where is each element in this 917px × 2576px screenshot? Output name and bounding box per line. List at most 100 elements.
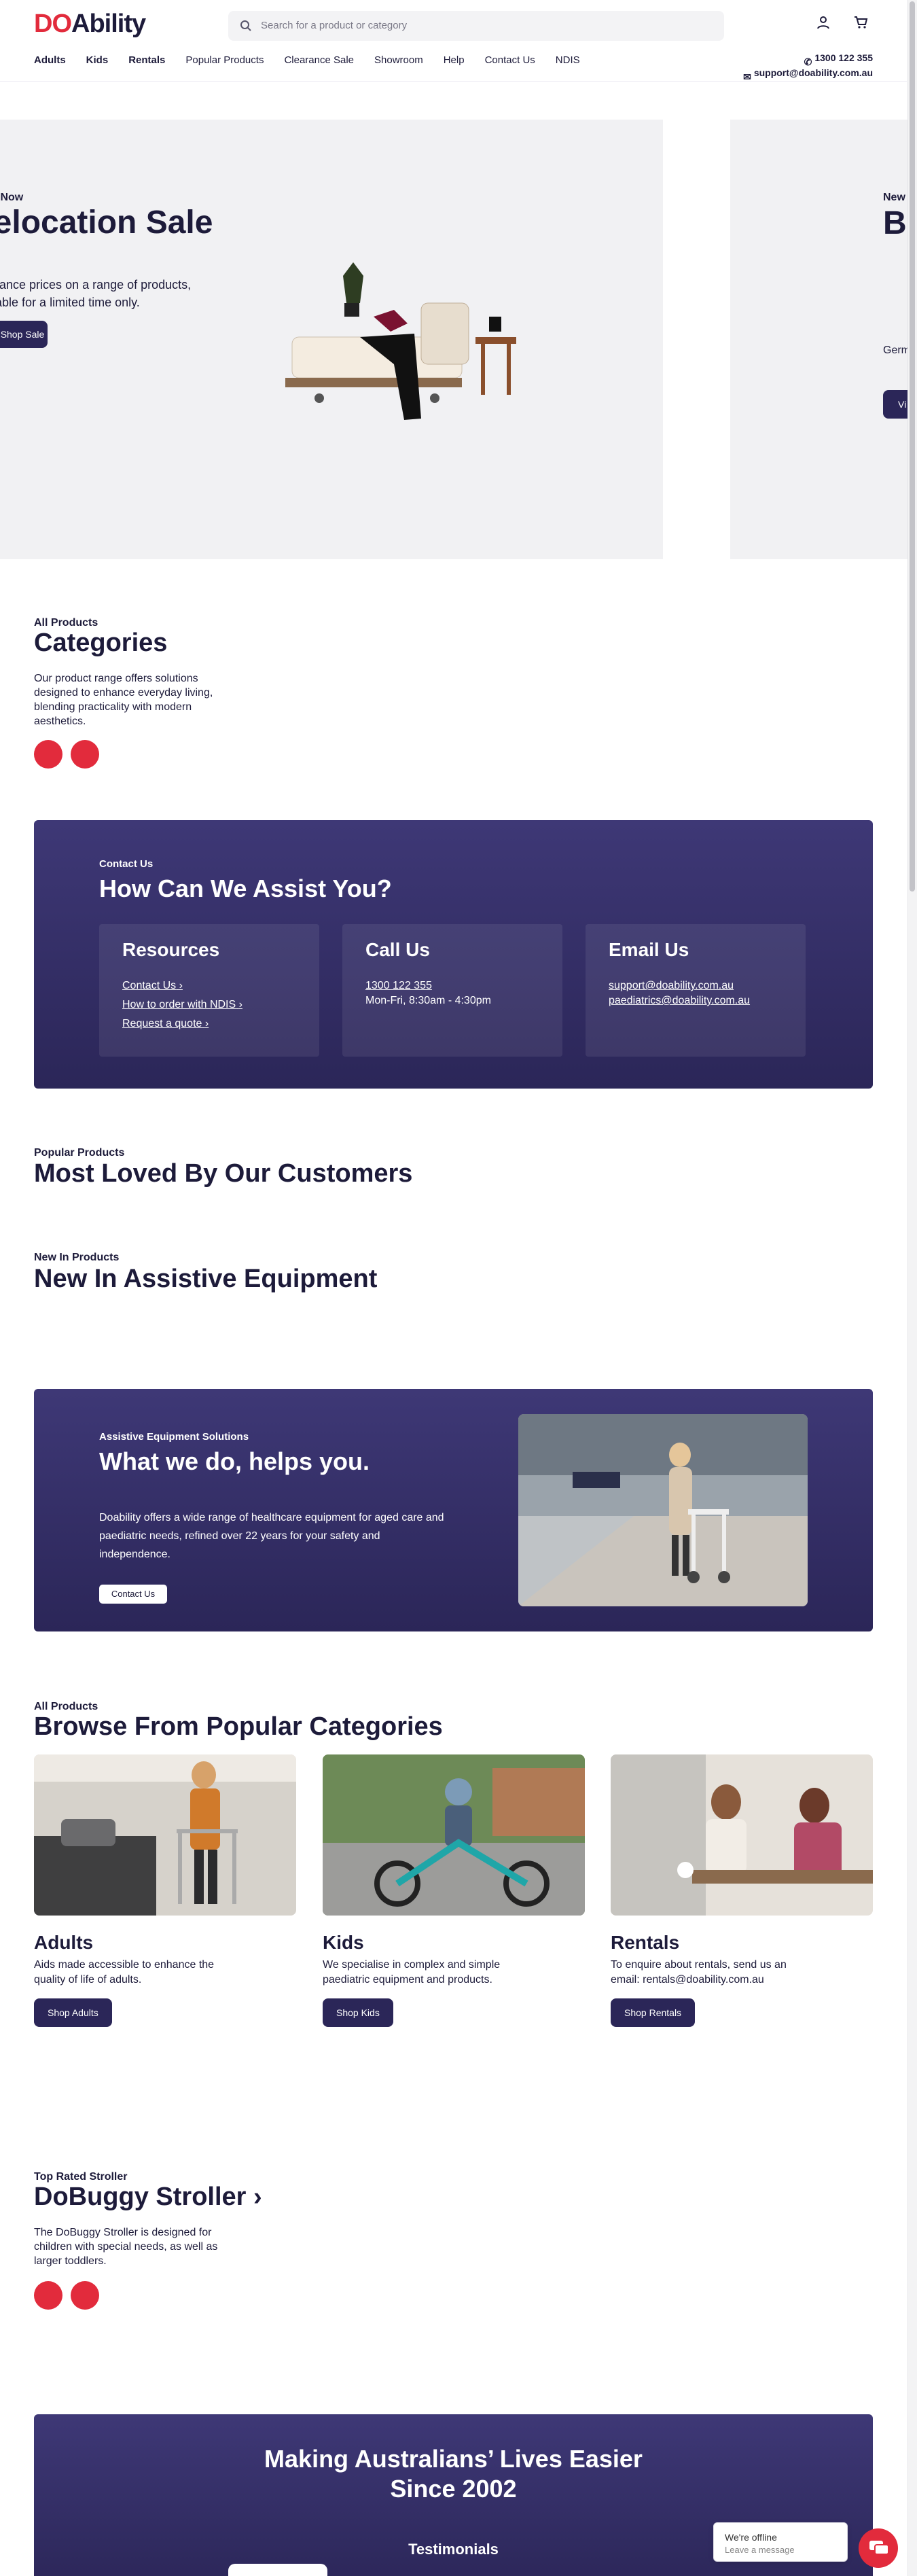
chevron-right-icon: ›	[204, 1018, 209, 1029]
shop-adults-button[interactable]: Shop Adults	[34, 1998, 112, 2027]
chat-prompt: Leave a message	[725, 2545, 795, 2555]
category-card-adults[interactable]: Adults Aids made accessible to enhance t…	[34, 1754, 296, 2027]
stroller-desc: The DoBuggy Stroller is designed for chi…	[34, 2227, 218, 2267]
carousel-prev-button[interactable]	[34, 740, 62, 769]
assist-eyebrow: Contact Us	[99, 858, 154, 870]
logo[interactable]: DOAbility	[34, 10, 146, 39]
stroller-title-link[interactable]: DoBuggy Stroller ›	[34, 2183, 262, 2212]
header-email-text: support@doability.com.au	[753, 67, 873, 78]
logo-do: DO	[34, 10, 72, 38]
stroller-next-button[interactable]	[71, 2281, 99, 2310]
search-icon	[240, 20, 251, 31]
hero-slide: Shop Now Relocation Sale Clearance price…	[0, 120, 663, 559]
chevron-right-icon: ›	[238, 999, 242, 1010]
stroller-title: DoBuggy Stroller	[34, 2183, 247, 2211]
categories-desc: Our product range offers solutions desig…	[34, 673, 213, 727]
email-support-link[interactable]: support@doability.com.au	[609, 980, 734, 992]
hero-next-button[interactable]: Vi	[883, 390, 908, 419]
call-title: Call Us	[365, 939, 430, 960]
hero-eyebrow: Shop Now	[0, 192, 24, 203]
about-title-line2: Since 2002	[390, 2475, 517, 2503]
testimonial-card	[228, 2564, 327, 2576]
site-header: DOAbility Search for a product or catego…	[0, 0, 907, 82]
resources-ndis-link[interactable]: How to order with NDIS ›	[122, 999, 242, 1011]
what-we-do-eyebrow: Assistive Equipment Solutions	[99, 1431, 249, 1443]
nav-clearance-sale[interactable]: Clearance Sale	[284, 54, 354, 66]
stroller-eyebrow: Top Rated Stroller	[34, 2171, 128, 2183]
contact-us-button[interactable]: Contact Us	[99, 1585, 167, 1604]
browse-title: Browse From Popular Categories	[34, 1712, 443, 1741]
rentals-desc: To enquire about rentals, send us an ema…	[611, 1959, 787, 1986]
phone-icon: ✆	[804, 56, 812, 68]
adults-title: Adults	[34, 1932, 94, 1953]
hero-slide-next: New Be Pa W Germ whe Vi	[730, 120, 908, 559]
hero-title: Relocation Sale	[0, 205, 213, 241]
resources-quote-text: Request a quote	[122, 1018, 202, 1029]
resources-ndis-text: How to order with NDIS	[122, 999, 236, 1010]
nav-popular-products[interactable]: Popular Products	[185, 54, 264, 66]
rentals-title: Rentals	[611, 1932, 680, 1953]
new-in-eyebrow: New In Products	[34, 1252, 120, 1263]
stroller-prev-button[interactable]	[34, 2281, 62, 2310]
about-title: Making Australians’ Lives Easier Since 20…	[34, 2444, 873, 2504]
resources-quote-link[interactable]: Request a quote ›	[122, 1018, 209, 1030]
chat-icon	[869, 2541, 889, 2555]
header-phone-text: 1300 122 355	[814, 52, 873, 63]
hero-desc: Clearance prices on a range of products,…	[0, 278, 192, 309]
nav-help[interactable]: Help	[444, 54, 465, 66]
popular-title: Most Loved By Our Customers	[34, 1159, 413, 1188]
resources-title: Resources	[122, 939, 220, 960]
header-email[interactable]: ✉ support@doability.com.au	[742, 65, 873, 83]
assist-panel: Contact Us How Can We Assist You? Resour…	[34, 820, 873, 1089]
nav-rentals[interactable]: Rentals	[128, 54, 165, 66]
carousel-next-button[interactable]	[71, 740, 99, 769]
nav-showroom[interactable]: Showroom	[374, 54, 423, 66]
shop-kids-button[interactable]: Shop Kids	[323, 1998, 393, 2027]
main-nav: Adults Kids Rentals Popular Products Cle…	[34, 54, 600, 66]
mail-icon: ✉	[743, 71, 751, 83]
category-card-rentals[interactable]: Rentals To enquire about rentals, send u…	[611, 1754, 873, 2027]
new-in-title: New In Assistive Equipment	[34, 1265, 378, 1293]
email-title: Email Us	[609, 939, 689, 960]
hero-next-eyebrow: New	[883, 192, 905, 203]
nav-ndis[interactable]: NDIS	[556, 54, 580, 66]
chat-launcher-button[interactable]	[859, 2528, 898, 2568]
user-icon[interactable]	[816, 15, 831, 30]
shop-sale-button[interactable]: Shop Sale	[0, 321, 48, 348]
category-card-kids[interactable]: Kids We specialise in complex and simple…	[323, 1754, 585, 2027]
shop-rentals-button[interactable]: Shop Rentals	[611, 1998, 696, 2027]
chat-status: We're offline	[725, 2532, 777, 2543]
scrollbar-thumb[interactable]	[910, 1, 915, 892]
header-phone[interactable]: ✆ 1300 122 355	[742, 50, 873, 68]
what-we-do-panel: Assistive Equipment Solutions What we do…	[34, 1389, 873, 1631]
call-card: Call Us 1300 122 355 Mon-Fri, 8:30am - 4…	[342, 924, 562, 1057]
kids-title: Kids	[323, 1932, 364, 1953]
adults-image	[34, 1754, 296, 1916]
about-title-line1: Making Australians’ Lives Easier	[264, 2445, 643, 2473]
chat-widget[interactable]: We're offline Leave a message	[713, 2522, 848, 2562]
resources-card: Resources Contact Us › How to order with…	[99, 924, 319, 1057]
nav-contact-us[interactable]: Contact Us	[485, 54, 535, 66]
what-we-do-title: What we do, helps you.	[99, 1447, 370, 1475]
call-phone-link[interactable]: 1300 122 355	[365, 980, 432, 992]
what-we-do-desc: Doability offers a wide range of healthc…	[99, 1512, 444, 1560]
chevron-right-icon: ›	[253, 2183, 262, 2211]
search-input[interactable]: Search for a product or category	[228, 11, 724, 41]
page-scrollbar[interactable]	[907, 0, 917, 2576]
rentals-image	[611, 1754, 873, 1916]
email-card: Email Us support@doability.com.au paedia…	[586, 924, 806, 1057]
categories-title: Categories	[34, 629, 168, 657]
hero-next-title: Be Pa W	[883, 205, 908, 241]
nav-kids[interactable]: Kids	[86, 54, 109, 66]
email-paediatrics-link[interactable]: paediatrics@doability.com.au	[609, 995, 750, 1007]
cart-icon[interactable]	[853, 15, 868, 30]
resources-contact-link[interactable]: Contact Us ›	[122, 980, 183, 992]
nav-adults[interactable]: Adults	[34, 54, 66, 66]
kids-image	[323, 1754, 585, 1916]
logo-ability: Ability	[71, 10, 146, 38]
walker-photo	[518, 1414, 808, 1606]
hero-next-desc: Germ whe	[883, 345, 908, 356]
search-placeholder: Search for a product or category	[261, 20, 408, 31]
categories-eyebrow: All Products	[34, 617, 98, 629]
assist-title: How Can We Assist You?	[99, 875, 392, 902]
